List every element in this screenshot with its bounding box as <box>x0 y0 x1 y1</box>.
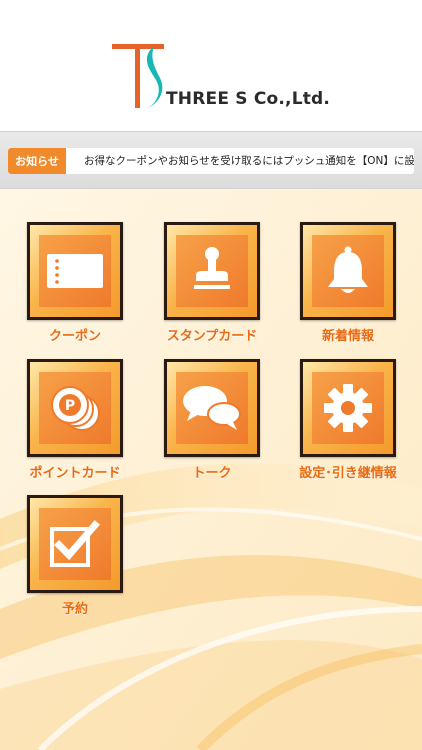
menu-news[interactable]: 新着情報 <box>300 222 396 344</box>
menu-news-label: 新着情報 <box>321 329 374 344</box>
menu-settings-label: 設定･引き継情報 <box>299 466 397 481</box>
menu-reservation-label: 予約 <box>61 602 88 617</box>
gear-icon <box>324 384 372 432</box>
notice-bar: お知らせ お得なクーポンやお知らせを受け取るにはプッシュ通知を【ON】に設定 <box>0 131 422 189</box>
chat-bubbles-icon <box>183 386 241 430</box>
menu-coupon[interactable]: クーポン <box>27 222 123 344</box>
notice-badge: お知らせ <box>8 148 66 174</box>
menu-coupon-label: クーポン <box>48 329 101 344</box>
bell-icon <box>328 246 368 293</box>
menu-reservation[interactable]: 予約 <box>27 495 123 617</box>
stamp-icon <box>194 247 230 289</box>
ticket-icon <box>47 254 103 288</box>
notice-ticker[interactable]: お知らせ お得なクーポンやお知らせを受け取るにはプッシュ通知を【ON】に設定 <box>8 148 414 174</box>
coins-icon: P <box>51 386 100 431</box>
checkbox-icon <box>50 520 100 567</box>
menu-point-card[interactable]: P ポイントカード <box>27 359 123 481</box>
menu-talk[interactable]: トーク <box>164 359 260 481</box>
menu-talk-label: トーク <box>192 466 232 481</box>
menu-stamp-card-label: スタンプカード <box>166 329 258 344</box>
menu-settings[interactable]: 設定･引き継情報 <box>299 359 397 481</box>
app-header: THREE S Co.,Ltd. <box>0 0 422 131</box>
notice-text: お得なクーポンやお知らせを受け取るにはプッシュ通知を【ON】に設定 <box>84 155 414 167</box>
svg-text:P: P <box>65 398 75 414</box>
company-name: THREE S Co.,Ltd. <box>166 89 331 109</box>
menu-point-card-label: ポイントカード <box>29 466 121 481</box>
menu-stamp-card[interactable]: スタンプカード <box>164 222 260 344</box>
